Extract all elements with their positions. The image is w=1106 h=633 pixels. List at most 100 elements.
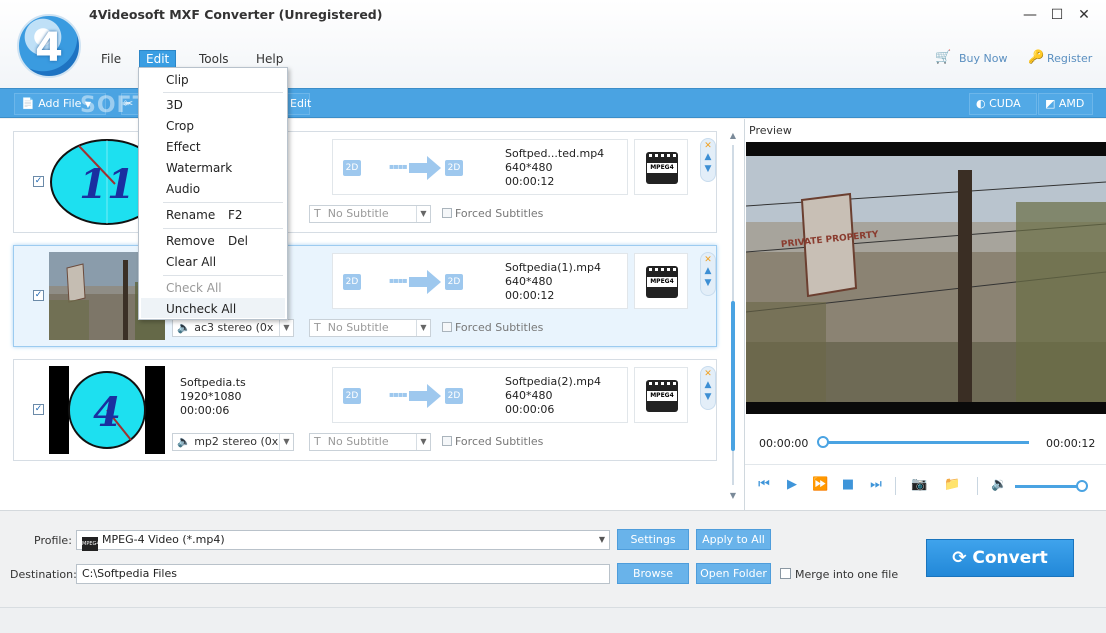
mpeg4-format-icon: MPEG4 <box>646 152 678 184</box>
output-info-3: Softpedia(2).mp4 640*480 00:00:06 <box>505 375 601 417</box>
conversion-box-3[interactable]: 2D ▪▪▪▪ 2D Softpedia(2).mp4 640*480 00:0… <box>332 367 628 423</box>
convert-label: Convert <box>972 548 1048 568</box>
cuda-button[interactable]: ◐ CUDA <box>969 93 1037 115</box>
menu-edit[interactable]: Edit <box>139 50 177 68</box>
seek-knob[interactable] <box>817 436 829 448</box>
scroll-up-icon[interactable]: ▲ <box>728 131 738 140</box>
forced-subtitles-3[interactable]: Forced Subtitles <box>442 435 543 448</box>
chevron-down-icon: ▼ <box>416 320 430 336</box>
move-down-icon[interactable]: ▼ <box>701 392 715 402</box>
forced-subtitles-label-2: Forced Subtitles <box>455 321 544 334</box>
menu-tools[interactable]: Tools <box>193 50 235 68</box>
move-up-icon[interactable]: ▲ <box>701 152 715 162</box>
output-name-2[interactable]: Softpedia(1).mp4 <box>505 261 601 275</box>
key-icon: 🔑 <box>1028 50 1045 65</box>
scroll-thumb[interactable] <box>731 301 735 451</box>
menu-item-remove[interactable]: Remove Del <box>166 233 248 249</box>
move-down-icon[interactable]: ▼ <box>701 164 715 174</box>
menu-item-effect[interactable]: Effect <box>166 139 201 155</box>
forced-subtitles-1[interactable]: Forced Subtitles <box>442 207 543 220</box>
register-link[interactable]: Register <box>1047 52 1092 65</box>
add-file-icon: 📄 <box>21 97 35 110</box>
merge-option[interactable]: Merge into one file <box>780 568 898 581</box>
forced-subtitles-checkbox-2[interactable] <box>442 322 452 332</box>
menu-item-crop[interactable]: Crop <box>166 118 194 134</box>
menu-item-clear-all[interactable]: Clear All <box>166 254 216 270</box>
file-item-2[interactable]: ✓ 2D ▪▪▪▪ 2D Softpedia(1).mp4 640*480 00… <box>13 245 717 347</box>
move-up-icon[interactable]: ▲ <box>701 380 715 390</box>
forced-subtitles-2[interactable]: Forced Subtitles <box>442 321 543 334</box>
apply-to-all-button[interactable]: Apply to All <box>696 529 771 550</box>
subtitle-select-2[interactable]: T No Subtitle ▼ <box>309 319 431 337</box>
audio-track-select-2[interactable]: 🔈 ac3 stereo (0x ▼ <box>172 319 294 337</box>
move-up-icon[interactable]: ▲ <box>701 266 715 276</box>
forced-subtitles-checkbox-3[interactable] <box>442 436 452 446</box>
remove-item-icon[interactable]: ✕ <box>701 255 715 265</box>
conversion-box-1[interactable]: 2D ▪▪▪▪ 2D Softped...ted.mp4 640*480 00:… <box>332 139 628 195</box>
seek-bar[interactable] <box>821 441 1029 444</box>
file-checkbox-3[interactable]: ✓ <box>33 404 44 415</box>
browse-button[interactable]: Browse <box>617 563 689 584</box>
snapshot-camera-icon[interactable]: 📷 <box>911 477 927 493</box>
remove-shortcut: Del <box>228 234 248 248</box>
preview-video[interactable]: PRIVATE PROPERTY <box>746 142 1106 414</box>
output-resolution-2: 640*480 <box>505 275 553 288</box>
output-name-3[interactable]: Softpedia(2).mp4 <box>505 375 601 389</box>
output-name-1[interactable]: Softped...ted.mp4 <box>505 147 604 161</box>
profile-select[interactable]: MPEG4 MPEG-4 Video (*.mp4) ▼ <box>76 530 610 551</box>
move-down-icon[interactable]: ▼ <box>701 278 715 288</box>
skip-back-icon[interactable]: ⏮ <box>756 477 772 493</box>
amd-button[interactable]: ◩ AMD <box>1038 93 1093 115</box>
file-checkbox-1[interactable]: ✓ <box>33 176 44 187</box>
open-folder-icon[interactable]: 📁 <box>944 477 960 493</box>
controls-separator <box>977 477 978 495</box>
mpeg4-profile-icon: MPEG4 <box>82 537 100 551</box>
fast-forward-icon[interactable]: ⏩ <box>812 477 828 493</box>
settings-button[interactable]: Settings <box>617 529 689 550</box>
audio-track-select-3[interactable]: 🔈 mp2 stereo (0x ▼ <box>172 433 294 451</box>
stop-icon[interactable]: ■ <box>840 477 856 493</box>
menu-item-rename[interactable]: Rename F2 <box>166 207 243 223</box>
menu-help[interactable]: Help <box>250 50 289 68</box>
remove-item-icon[interactable]: ✕ <box>701 369 715 379</box>
menu-file[interactable]: File <box>95 50 127 68</box>
forced-subtitles-checkbox-1[interactable] <box>442 208 452 218</box>
volume-knob[interactable] <box>1075 480 1088 492</box>
volume-slider[interactable] <box>1015 485 1081 488</box>
subtitle-icon: T <box>314 435 321 448</box>
skip-forward-icon[interactable]: ⏭ <box>868 477 884 493</box>
menu-item-rename-label: Rename <box>166 208 216 222</box>
play-icon[interactable]: ▶ <box>784 477 800 493</box>
menu-item-3d[interactable]: 3D <box>166 97 183 113</box>
buy-now-link[interactable]: Buy Now <box>959 52 1007 65</box>
menu-item-watermark[interactable]: Watermark <box>166 160 232 176</box>
merge-checkbox[interactable] <box>780 568 791 579</box>
minimize-button[interactable]: — <box>1020 6 1040 24</box>
volume-icon[interactable]: 🔉 <box>991 477 1007 493</box>
close-button[interactable]: ✕ <box>1074 6 1094 24</box>
remove-item-icon[interactable]: ✕ <box>701 141 715 151</box>
subtitle-select-3[interactable]: T No Subtitle ▼ <box>309 433 431 451</box>
destination-input[interactable]: C:\Softpedia Files <box>76 564 610 584</box>
conversion-box-2[interactable]: 2D ▪▪▪▪ 2D Softpedia(1).mp4 640*480 00:0… <box>332 253 628 309</box>
convert-button[interactable]: ⟳ Convert <box>926 539 1074 577</box>
format-button-1[interactable]: MPEG4 <box>634 139 688 195</box>
output-duration-2: 00:00:12 <box>505 289 555 302</box>
subtitle-select-1[interactable]: T No Subtitle ▼ <box>309 205 431 223</box>
menu-item-uncheck-all[interactable]: Uncheck All <box>166 301 236 317</box>
format-button-3[interactable]: MPEG4 <box>634 367 688 423</box>
menu-item-clip[interactable]: Clip <box>166 72 189 88</box>
current-time: 00:00:00 <box>759 437 809 450</box>
file-item-1[interactable]: ✓ 11 2D ▪▪▪▪ 2D Softped...ted.mp4 640*48… <box>13 131 717 233</box>
chevron-down-icon: ▼ <box>279 434 293 450</box>
maximize-button[interactable]: ☐ <box>1047 6 1067 24</box>
source-name-3[interactable]: Softpedia.ts <box>180 376 246 390</box>
scroll-down-icon[interactable]: ▼ <box>728 491 738 500</box>
menu-item-audio[interactable]: Audio <box>166 181 200 197</box>
file-item-3[interactable]: ✓ 4 Softpedia.ts 1920*1080 00:00:06 2D ▪… <box>13 359 717 461</box>
file-list-scrollbar[interactable]: ▲ ▼ <box>728 131 738 503</box>
format-button-2[interactable]: MPEG4 <box>634 253 688 309</box>
edit-dropdown-menu: Clip 3D Crop Effect Watermark Audio Rena… <box>138 67 288 320</box>
file-checkbox-2[interactable]: ✓ <box>33 290 44 301</box>
open-folder-button[interactable]: Open Folder <box>696 563 771 584</box>
